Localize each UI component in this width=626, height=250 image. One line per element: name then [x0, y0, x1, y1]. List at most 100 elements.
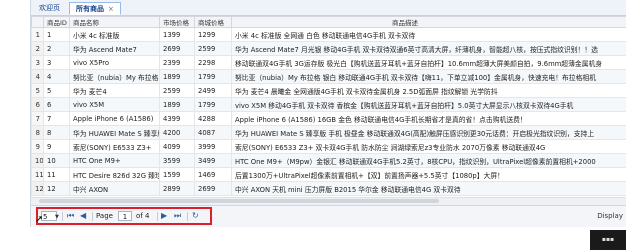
market-price-cell: 2899 [159, 181, 195, 196]
product-desc-cell: 移动联通双4G手机 3G运存版 极光白【购机送蓝牙耳机+蓝牙自拍杆】10.6mm… [231, 55, 626, 70]
row-number-cell: 5 [31, 83, 44, 98]
divider [187, 212, 188, 221]
display-info: Display [597, 212, 623, 220]
product-panel: 欢迎页 所有商品 × 商品ID 商品名称 市场价格 商城价格 商品描述 1 1 小米 … [30, 0, 626, 227]
refresh-icon[interactable]: ↻ [192, 212, 199, 220]
product-name-cell: Apple iPhone 6 (A1586) [69, 111, 160, 126]
header-description[interactable]: 商品描述 [231, 16, 626, 28]
product-id-cell: 7 [43, 111, 70, 126]
product-desc-cell: 索尼(SONY) E6533 Z3+ 双卡双4G手机 防水防尘 涧湖绿索尼z3专… [231, 139, 626, 154]
row-number-cell: 7 [31, 111, 44, 126]
table-row[interactable]: 4 4 努比亚（nubia）My 布拉格 1899 1799 努比亚（nubia）My 布… [31, 69, 626, 84]
pagination-bar: 5 ▼ ⏮ ◀ Page 1 of 4 ▶ ⏭ ↻ Display [31, 205, 626, 227]
mall-price-cell: 3499 [194, 153, 232, 168]
table-row[interactable]: 3 3 vivo X5Pro 2399 2298 移动联通双4G手机 3G运存版 极光白【… [31, 55, 626, 70]
mall-price-cell: 3999 [194, 139, 232, 154]
table-row[interactable]: 11 11 HTC Desire 826d 32G 臻珍白 1599 1469 后置130… [31, 167, 626, 182]
mall-price-cell: 2599 [194, 41, 232, 56]
scrollbar-thumb[interactable] [39, 199, 439, 203]
product-desc-cell: 小米 4c 标准版 全网通 白色 移动联通电信4G手机 双卡双待 [231, 27, 626, 42]
product-desc-cell: 华为 HUAWEI Mate S 臻享版 手机 极昼金 移动联通双4G(高配)触… [231, 125, 626, 140]
prev-page-icon[interactable]: ◀ [80, 212, 86, 220]
tab-all-products-label: 所有商品 [76, 5, 104, 13]
mall-price-cell: 1799 [194, 69, 232, 84]
grid-header: 商品ID 商品名称 市场价格 商城价格 商品描述 [31, 16, 626, 28]
mall-price-cell: 1299 [194, 27, 232, 42]
product-id-cell: 6 [43, 97, 70, 112]
header-market-price[interactable]: 市场价格 [159, 16, 195, 28]
row-number-cell: 1 [31, 27, 44, 42]
product-desc-cell: 努比亚（nubia）My 布拉格 银白 移动联通4G手机 双卡双待【嗨11，下单… [231, 69, 626, 84]
page-size-value: 5 [43, 213, 48, 221]
table-row[interactable]: 8 8 华为 HUAWEI Mate S 臻享版 4200 4087 华为 HUAWEI … [31, 125, 626, 140]
chevron-down-icon: ▼ [55, 214, 59, 220]
header-rownum [31, 16, 44, 28]
mall-price-cell: 4087 [194, 125, 232, 140]
divider [62, 212, 63, 221]
tab-welcome-label: 欢迎页 [39, 4, 60, 12]
product-name-cell: vivo X5M [69, 97, 160, 112]
table-row[interactable]: 7 7 Apple iPhone 6 (A1586) 4399 4288 Apple iP… [31, 111, 626, 126]
row-number-cell: 4 [31, 69, 44, 84]
row-number-cell: 11 [31, 167, 44, 182]
close-icon[interactable]: × [108, 5, 114, 13]
last-page-icon[interactable]: ⏭ [174, 212, 181, 220]
tab-all-products[interactable]: 所有商品 × [69, 2, 121, 15]
product-name-cell: vivo X5Pro [69, 55, 160, 70]
table-row[interactable]: 12 12 中兴 AXON 2899 2699 中兴 AXON 天机 mini 压力屏版 … [31, 181, 626, 196]
page-count-label: of 4 [136, 212, 150, 220]
product-id-cell: 1 [43, 27, 70, 42]
table-row[interactable]: 2 2 华为 Ascend Mate7 2699 2599 华为 Ascend Mate7… [31, 41, 626, 56]
mall-price-cell: 1799 [194, 97, 232, 112]
table-row[interactable]: 5 5 华为 麦芒4 2599 2499 华为 麦芒4 晨曦金 全网通版4G手机 双卡双待… [31, 83, 626, 98]
page-number-input[interactable]: 1 [118, 211, 132, 221]
product-id-cell: 3 [43, 55, 70, 70]
product-id-cell: 4 [43, 69, 70, 84]
market-price-cell: 1899 [159, 69, 195, 84]
mall-price-cell: 2298 [194, 55, 232, 70]
product-id-cell: 12 [43, 181, 70, 196]
mouse-cursor-icon: ➚ [35, 214, 44, 225]
product-desc-cell: 华为 Ascend Mate7 月光银 移动4G手机 双卡双待双通6英寸高清大屏… [231, 41, 626, 56]
tab-bar: 欢迎页 所有商品 × [31, 0, 626, 16]
table-row[interactable]: 6 6 vivo X5M 1899 1799 vivo X5M 移动4G手机 双卡双待 香… [31, 97, 626, 112]
product-id-cell: 10 [43, 153, 70, 168]
row-number-cell: 8 [31, 125, 44, 140]
product-grid: 商品ID 商品名称 市场价格 商城价格 商品描述 1 1 小米 4c 标准版 1399… [31, 16, 626, 196]
product-name-cell: 华为 麦芒4 [69, 83, 160, 98]
header-mall-price[interactable]: 商城价格 [194, 16, 232, 28]
pagination-highlight: 5 ▼ ⏮ ◀ Page 1 of 4 ▶ ⏭ ↻ [36, 207, 212, 225]
horizontal-scrollbar[interactable] [31, 197, 626, 205]
header-id[interactable]: 商品ID [43, 16, 70, 28]
page-size-select[interactable]: 5 ▼ [41, 211, 59, 221]
product-name-cell: HTC One M9+ [69, 153, 160, 168]
row-number-cell: 3 [31, 55, 44, 70]
product-name-cell: 华为 Ascend Mate7 [69, 41, 160, 56]
mall-price-cell: 2499 [194, 83, 232, 98]
market-price-cell: 4099 [159, 139, 195, 154]
market-price-cell: 3599 [159, 153, 195, 168]
table-row[interactable]: 9 9 索尼(SONY) E6533 Z3+ 4099 3999 索尼(SONY) E65… [31, 139, 626, 154]
tab-welcome[interactable]: 欢迎页 [33, 2, 66, 15]
product-desc-cell: vivo X5M 移动4G手机 双卡双待 香槟金【购机送蓝牙耳机+蓝牙自拍杆】5… [231, 97, 626, 112]
product-desc-cell: HTC One M9+（M9pw）金银汇 移动联通双4G手机5.2英寸，8核CP… [231, 153, 626, 168]
product-desc-cell: 华为 麦芒4 晨曦金 全网通版4G手机 双卡双待金属机身 2.5D弧面屏 指纹解… [231, 83, 626, 98]
mall-price-cell: 1469 [194, 167, 232, 182]
table-row[interactable]: 10 10 HTC One M9+ 3599 3499 HTC One M9+（M9pw）… [31, 153, 626, 168]
table-row[interactable]: 1 1 小米 4c 标准版 1399 1299 小米 4c 标准版 全网通 白色 移动联通… [31, 27, 626, 42]
row-number-cell: 12 [31, 181, 44, 196]
watermark-logo: ▪▪▪ [590, 230, 626, 250]
product-desc-cell: 后置1300万+UltraPixel超像素前置相机+【双】前置扬声器+5.5英寸… [231, 167, 626, 182]
product-name-cell: 中兴 AXON [69, 181, 160, 196]
product-name-cell: 索尼(SONY) E6533 Z3+ [69, 139, 160, 154]
first-page-icon[interactable]: ⏮ [67, 212, 74, 220]
market-price-cell: 2599 [159, 83, 195, 98]
page-label: Page [96, 212, 113, 220]
product-id-cell: 8 [43, 125, 70, 140]
product-name-cell: 小米 4c 标准版 [69, 27, 160, 42]
header-name[interactable]: 商品名称 [69, 16, 160, 28]
next-page-icon[interactable]: ▶ [161, 212, 167, 220]
product-id-cell: 11 [43, 167, 70, 182]
product-name-cell: 努比亚（nubia）My 布拉格 [69, 69, 160, 84]
divider [92, 212, 93, 221]
